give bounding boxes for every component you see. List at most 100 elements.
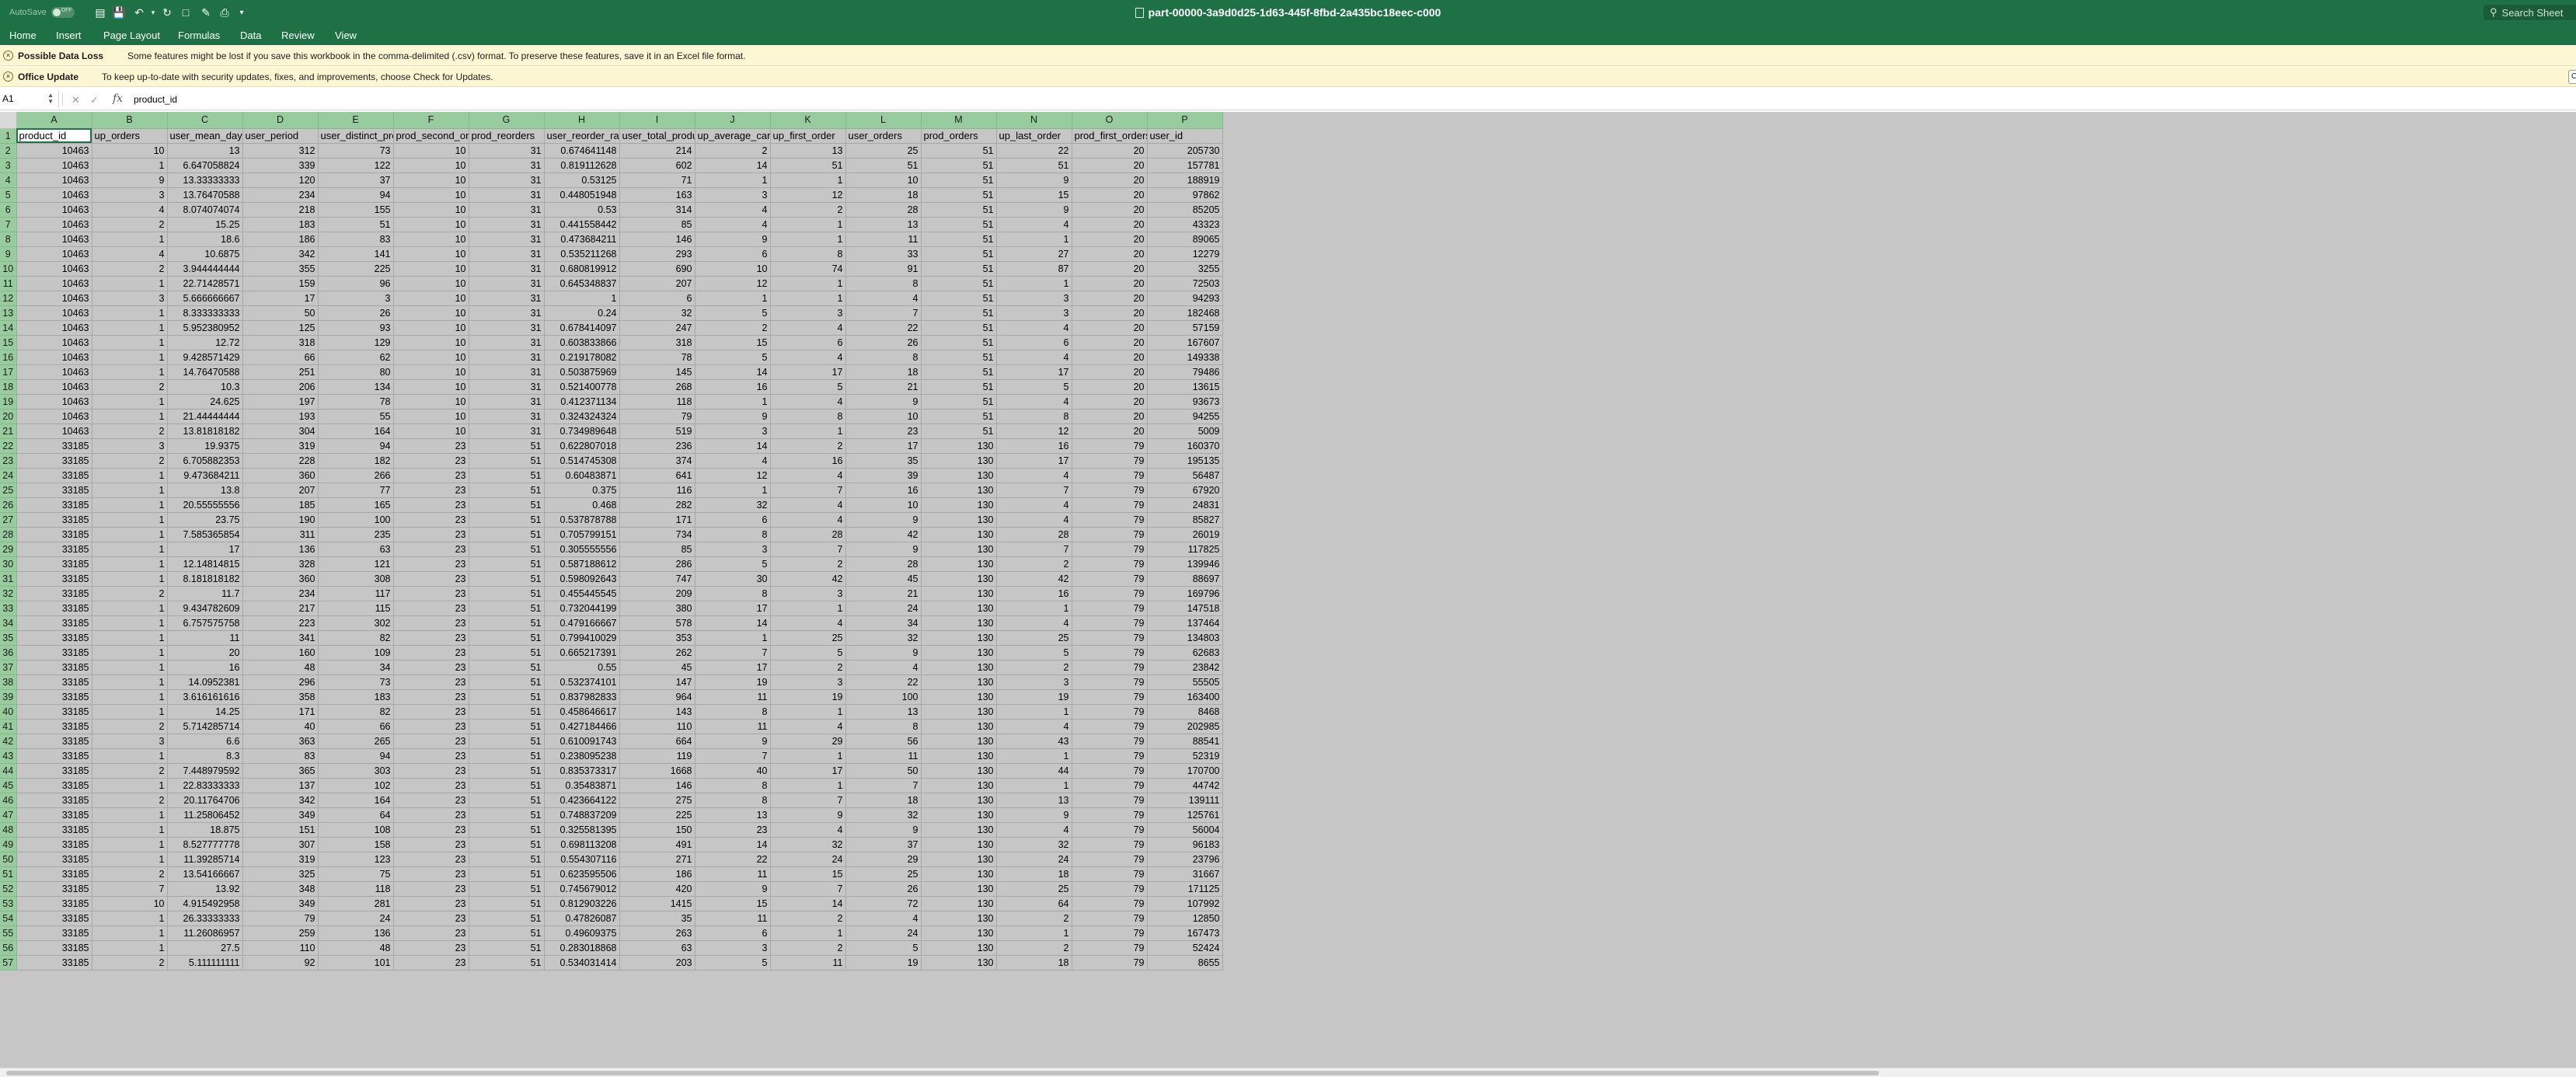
data-cell[interactable]: 1	[92, 305, 168, 321]
row-number[interactable]: 43	[0, 748, 17, 764]
data-cell[interactable]: 12	[695, 468, 771, 483]
data-cell[interactable]: 0.623595506	[544, 866, 620, 882]
data-cell[interactable]: 79	[1072, 468, 1148, 483]
data-cell[interactable]: 2	[92, 261, 168, 277]
data-cell[interactable]: 33185	[16, 822, 92, 838]
data-cell[interactable]: 18	[996, 955, 1072, 971]
data-cell[interactable]: 11.26086957	[167, 925, 243, 941]
data-cell[interactable]: 51	[469, 468, 545, 483]
data-cell[interactable]: 23	[393, 807, 469, 823]
data-cell[interactable]: 3	[695, 187, 771, 203]
close-icon[interactable]: ×	[3, 71, 13, 82]
row-number[interactable]: 45	[0, 778, 17, 793]
data-cell[interactable]: 182	[318, 453, 394, 469]
data-cell[interactable]: 10	[393, 379, 469, 395]
data-cell[interactable]: 79	[1072, 645, 1148, 660]
data-cell[interactable]: 10	[393, 173, 469, 188]
data-cell[interactable]: 3.616161616	[167, 689, 243, 705]
column-header[interactable]: O	[1072, 112, 1148, 129]
data-cell[interactable]: 360	[242, 468, 319, 483]
data-cell[interactable]: 23	[393, 527, 469, 542]
data-cell[interactable]: 0.705799151	[544, 527, 620, 542]
data-cell[interactable]: 51	[770, 158, 846, 173]
data-cell[interactable]: 5	[770, 645, 846, 660]
data-cell[interactable]: 17	[996, 364, 1072, 380]
data-cell[interactable]: 266	[318, 468, 394, 483]
data-cell[interactable]: 3	[695, 940, 771, 956]
data-cell[interactable]: 83	[242, 748, 319, 764]
data-cell[interactable]: 43	[996, 734, 1072, 749]
data-cell[interactable]: 8	[845, 276, 922, 291]
row-number[interactable]: 39	[0, 689, 17, 705]
data-cell[interactable]: 17	[695, 601, 771, 616]
data-cell[interactable]: 9	[845, 645, 922, 660]
data-cell[interactable]: 339	[242, 158, 319, 173]
data-cell[interactable]: 130	[921, 586, 997, 601]
data-cell[interactable]: 130	[921, 527, 997, 542]
data-cell[interactable]: 4	[845, 660, 922, 675]
data-cell[interactable]: 1	[996, 276, 1072, 291]
data-cell[interactable]: 2	[996, 660, 1072, 675]
data-cell[interactable]: 22	[845, 320, 922, 336]
data-cell[interactable]: 118	[619, 394, 695, 410]
data-cell[interactable]: 314	[619, 202, 695, 218]
data-cell[interactable]: 79	[1072, 674, 1148, 690]
row-number[interactable]: 17	[0, 364, 17, 380]
row-number[interactable]: 42	[0, 734, 17, 749]
data-cell[interactable]: 195135	[1147, 453, 1223, 469]
row-number[interactable]: 9	[0, 246, 17, 262]
data-cell[interactable]: 348	[242, 881, 319, 897]
data-cell[interactable]: 6	[770, 335, 846, 350]
data-cell[interactable]: 0.305555556	[544, 542, 620, 557]
data-cell[interactable]: 51	[469, 571, 545, 587]
data-cell[interactable]: 25	[845, 866, 922, 882]
data-cell[interactable]: 51	[469, 778, 545, 793]
row-number[interactable]: 55	[0, 925, 17, 941]
tab-review[interactable]: Review	[281, 30, 315, 41]
data-cell[interactable]: 8.074074074	[167, 202, 243, 218]
data-cell[interactable]: 45	[845, 571, 922, 587]
data-cell[interactable]: 101	[318, 955, 394, 971]
data-cell[interactable]: 39	[845, 468, 922, 483]
formula-input[interactable]: product_id	[134, 94, 177, 105]
data-cell[interactable]: 79	[1072, 778, 1148, 793]
row-number[interactable]: 19	[0, 394, 17, 410]
row-number[interactable]: 21	[0, 423, 17, 439]
data-cell[interactable]: 149338	[1147, 350, 1223, 365]
data-cell[interactable]: 0.458646617	[544, 704, 620, 720]
data-cell[interactable]: 72	[845, 896, 922, 911]
data-cell[interactable]: 23	[393, 940, 469, 956]
data-cell[interactable]: 214	[619, 143, 695, 159]
data-cell[interactable]: 1	[92, 630, 168, 646]
data-cell[interactable]: 51	[921, 423, 997, 439]
data-cell[interactable]: 7.585365854	[167, 527, 243, 542]
data-cell[interactable]: 51	[469, 674, 545, 690]
data-cell[interactable]: 10.3	[167, 379, 243, 395]
data-cell[interactable]: 51	[469, 645, 545, 660]
data-cell[interactable]: 20	[1072, 173, 1148, 188]
data-cell[interactable]: 0.554307116	[544, 852, 620, 867]
data-cell[interactable]: 79	[1072, 793, 1148, 808]
data-cell[interactable]: 2	[996, 556, 1072, 572]
data-cell[interactable]: 1	[92, 232, 168, 247]
row-number[interactable]: 51	[0, 866, 17, 882]
data-cell[interactable]: 2	[92, 217, 168, 232]
data-cell[interactable]: 22	[845, 674, 922, 690]
data-cell[interactable]: 4	[845, 291, 922, 306]
data-cell[interactable]: 0.375	[544, 483, 620, 498]
data-cell[interactable]: 13.54166667	[167, 866, 243, 882]
data-cell[interactable]: 171	[242, 704, 319, 720]
data-cell[interactable]: 57159	[1147, 320, 1223, 336]
data-cell[interactable]: 380	[619, 601, 695, 616]
data-cell[interactable]: 7	[770, 881, 846, 897]
data-cell[interactable]: 4	[770, 512, 846, 528]
data-cell[interactable]: 3.944444444	[167, 261, 243, 277]
data-cell[interactable]: 0.587188612	[544, 556, 620, 572]
data-cell[interactable]: 0.745679012	[544, 881, 620, 897]
row-number[interactable]: 11	[0, 276, 17, 291]
data-cell[interactable]: 0.514745308	[544, 453, 620, 469]
data-cell[interactable]: 20	[1072, 202, 1148, 218]
data-cell[interactable]: 31	[469, 305, 545, 321]
header-cell[interactable]: user_mean_days_since_prior	[167, 128, 243, 144]
tab-page-layout[interactable]: Page Layout	[103, 30, 160, 41]
